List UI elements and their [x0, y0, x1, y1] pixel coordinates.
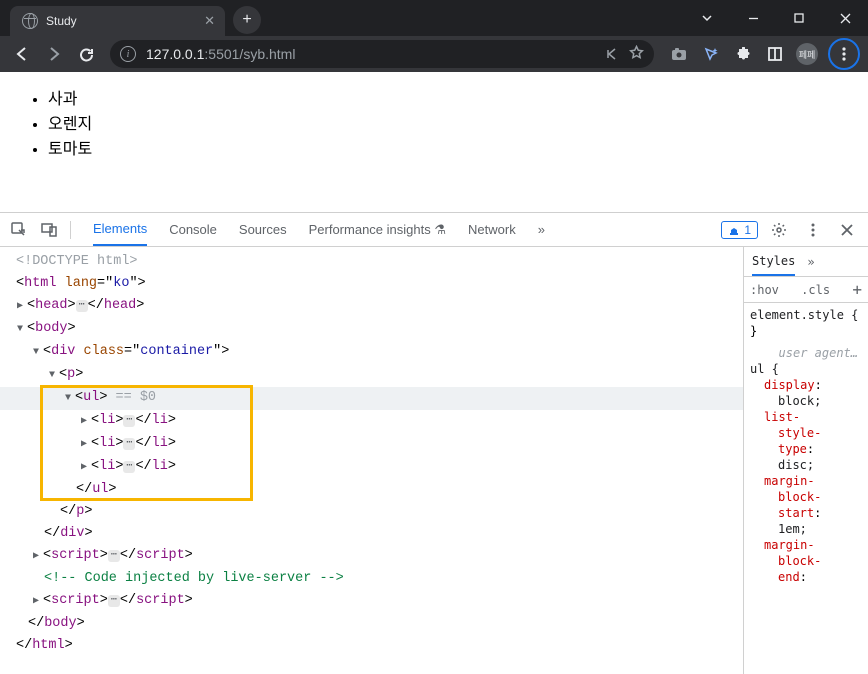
bookmark-icon[interactable]: [629, 45, 644, 63]
hov-toggle[interactable]: :hov: [750, 283, 779, 297]
forward-button[interactable]: [40, 40, 68, 68]
window-titlebar: Study ✕ +: [0, 0, 868, 36]
close-devtools-icon[interactable]: [834, 217, 860, 243]
cls-toggle[interactable]: .cls: [801, 283, 830, 297]
beaker-icon: ⚗: [434, 222, 446, 237]
devtools-tabs: Elements Console Sources Performance ins…: [93, 213, 717, 246]
dom-tree[interactable]: ••• <!DOCTYPE html> <html lang="ko"> <he…: [0, 247, 743, 674]
reload-button[interactable]: [72, 40, 100, 68]
chrome-menu-button[interactable]: [828, 38, 860, 70]
cursor-sparkle-icon[interactable]: [696, 40, 726, 68]
info-icon[interactable]: i: [120, 46, 136, 62]
chevron-down-icon[interactable]: [684, 4, 730, 32]
list-item: 토마토: [48, 135, 860, 159]
camera-icon[interactable]: [664, 40, 694, 68]
issues-badge[interactable]: 1: [721, 221, 758, 239]
devtools: Elements Console Sources Performance ins…: [0, 212, 868, 674]
tab-performance-insights[interactable]: Performance insights ⚗: [309, 214, 446, 246]
tab-sources[interactable]: Sources: [239, 214, 287, 245]
tab-console[interactable]: Console: [169, 214, 217, 245]
list-item: 오렌지: [48, 110, 860, 134]
styles-rules[interactable]: element.style { } user agent… ul { displ…: [744, 303, 868, 589]
more-tabs-icon[interactable]: »: [538, 214, 545, 245]
tab-network[interactable]: Network: [468, 214, 516, 245]
url-text: 127.0.0.1:5501/syb.html: [146, 46, 604, 62]
maximize-button[interactable]: [776, 4, 822, 32]
browser-tab[interactable]: Study ✕: [10, 6, 225, 36]
styles-tabs: Styles »: [744, 247, 868, 277]
minimize-button[interactable]: [730, 4, 776, 32]
tab-title: Study: [46, 14, 198, 28]
selected-node[interactable]: <ul> == $0: [0, 387, 743, 410]
list-item: 사과: [48, 85, 860, 109]
url-input[interactable]: i 127.0.0.1:5501/syb.html: [110, 40, 654, 68]
more-styles-tabs-icon[interactable]: »: [807, 255, 814, 269]
close-button[interactable]: [822, 4, 868, 32]
tabs-region: Study ✕ +: [0, 0, 261, 36]
page-list: 사과 오렌지 토마토: [48, 85, 860, 159]
reading-list-icon[interactable]: [760, 40, 790, 68]
address-bar: i 127.0.0.1:5501/syb.html 페페: [0, 36, 868, 72]
gear-icon[interactable]: [766, 217, 792, 243]
plus-icon[interactable]: +: [852, 280, 862, 299]
styles-panel: Styles » :hov .cls + element.style { } u…: [743, 247, 868, 674]
share-icon[interactable]: [604, 45, 619, 63]
back-button[interactable]: [8, 40, 36, 68]
extensions-icon[interactable]: [728, 40, 758, 68]
close-tab-icon[interactable]: ✕: [204, 13, 215, 29]
profile-badge[interactable]: 페페: [792, 40, 822, 68]
page-viewport: 사과 오렌지 토마토: [0, 72, 868, 212]
devtools-toolbar: Elements Console Sources Performance ins…: [0, 213, 868, 247]
new-tab-button[interactable]: +: [233, 6, 261, 34]
window-controls: [684, 0, 868, 36]
inspect-icon[interactable]: [6, 217, 32, 243]
kebab-icon[interactable]: [800, 217, 826, 243]
globe-icon: [22, 13, 38, 29]
styles-tab[interactable]: Styles: [752, 248, 795, 276]
tab-elements[interactable]: Elements: [93, 213, 147, 246]
device-toggle-icon[interactable]: [36, 217, 62, 243]
toolbar-icons: 페페: [664, 38, 860, 70]
